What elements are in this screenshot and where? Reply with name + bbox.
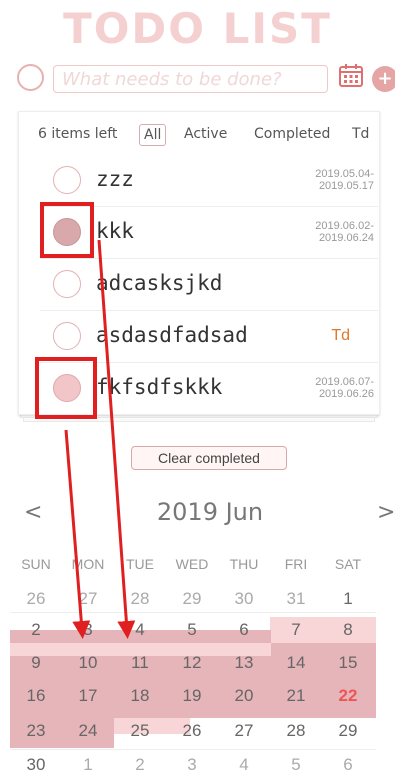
calendar-day[interactable]: 29 (322, 718, 374, 744)
filter-bar: 6 items left All Active Completed Td (38, 124, 383, 146)
calendar-day[interactable]: 6 (218, 617, 270, 643)
calendar-week-row: 2 3 4 5 6 7 8 (10, 617, 376, 643)
calendar-day[interactable]: 15 (322, 650, 374, 676)
todo-td-tag: Td (331, 327, 350, 344)
filter-active-button[interactable]: Active (184, 126, 227, 142)
weekday-label: THU (229, 556, 259, 572)
todo-end-date: 2019.06.24 (318, 232, 374, 244)
items-left-count: 6 items left (38, 126, 118, 142)
calendar-day[interactable]: 1 (322, 586, 374, 612)
calendar-day[interactable]: 30 (10, 752, 62, 778)
annotation-highlight-box (35, 357, 97, 419)
calendar-day[interactable]: 5 (166, 617, 218, 643)
calendar-day[interactable]: 25 (114, 718, 166, 744)
calendar-day[interactable]: 10 (62, 650, 114, 676)
calendar-day[interactable]: 30 (218, 586, 270, 612)
calendar-day[interactable]: 3 (62, 617, 114, 643)
todo-end-date: 2019.05.17 (318, 180, 374, 192)
todo-text[interactable]: fkfsdfskkk (96, 375, 222, 399)
calendar-month-title: 2019 Jun (156, 498, 264, 526)
calendar-day[interactable]: 26 (166, 718, 218, 744)
todo-item: adcasksjkd (40, 259, 378, 311)
new-todo-input[interactable] (53, 65, 328, 93)
calendar-day[interactable]: 28 (114, 586, 166, 612)
calendar-weekday-row: SUN MON TUE WED THU FRI SAT (10, 552, 376, 578)
calendar-day[interactable]: 2 (114, 752, 166, 778)
weekday-label: MON (71, 556, 105, 572)
todo-text[interactable]: zzz (96, 167, 134, 191)
calendar-row-divider (10, 612, 376, 613)
weekday-label: TUE (126, 556, 154, 572)
calendar-day[interactable]: 2 (10, 617, 62, 643)
calendar-day[interactable]: 16 (10, 683, 62, 709)
calendar-day[interactable]: 9 (10, 650, 62, 676)
todo-checkbox[interactable] (53, 270, 81, 298)
toggle-all-checkbox[interactable] (17, 64, 44, 91)
calendar-day[interactable]: 19 (166, 683, 218, 709)
calendar-week-row: 23 24 25 26 27 28 29 (10, 718, 376, 744)
calendar-week-row: 9 10 11 12 13 14 15 (10, 650, 376, 676)
calendar-day-today[interactable]: 22 (322, 683, 374, 709)
todo-start-date: 2019.05.04- (315, 168, 374, 180)
weekday-label: SAT (334, 556, 362, 572)
calendar-day[interactable]: 27 (218, 718, 270, 744)
calendar-day[interactable]: 8 (322, 617, 374, 643)
calendar-day[interactable]: 11 (114, 650, 166, 676)
todo-text[interactable]: asdasdfadsad (96, 323, 248, 347)
calendar-day[interactable]: 5 (270, 752, 322, 778)
filter-td-button[interactable]: Td (352, 126, 369, 142)
calendar-prev-button[interactable]: < (24, 500, 42, 525)
date-range-band (10, 708, 376, 718)
calendar-day[interactable]: 1 (62, 752, 114, 778)
add-todo-button[interactable]: + (372, 66, 395, 92)
todo-start-date: 2019.06.07- (315, 376, 374, 388)
calendar-day[interactable]: 27 (62, 586, 114, 612)
calendar-day[interactable]: 12 (166, 650, 218, 676)
calendar-day[interactable]: 14 (270, 650, 322, 676)
weekday-label: SUN (21, 556, 51, 572)
calendar-week-row: 30 1 2 3 4 5 6 (10, 752, 376, 778)
todo-date-range: 2019.06.02- 2019.06.24 (315, 220, 374, 244)
calendar-week-row: 26 27 28 29 30 31 1 (10, 586, 376, 612)
todo-text[interactable]: adcasksjkd (96, 271, 222, 295)
calendar-day[interactable]: 17 (62, 683, 114, 709)
calendar-day[interactable]: 18 (114, 683, 166, 709)
calendar-day[interactable]: 28 (270, 718, 322, 744)
filter-completed-button[interactable]: Completed (254, 126, 330, 142)
weekday-label: WED (175, 556, 209, 572)
calendar-week-row: 16 17 18 19 20 21 22 (10, 683, 376, 709)
calendar-day[interactable]: 21 (270, 683, 322, 709)
calendar-row-divider (10, 749, 376, 750)
todo-start-date: 2019.06.02- (315, 220, 374, 232)
calendar-day[interactable]: 13 (218, 650, 270, 676)
calendar-day[interactable]: 7 (270, 617, 322, 643)
calendar-day[interactable]: 4 (218, 752, 270, 778)
todo-item: zzz 2019.05.04- 2019.05.17 (40, 155, 378, 207)
todo-item: asdasdfadsad Td (40, 311, 378, 363)
calendar-day[interactable]: 4 (114, 617, 166, 643)
todo-text[interactable]: kkk (96, 219, 134, 243)
todo-checkbox[interactable] (53, 322, 81, 350)
weekday-label: FRI (284, 556, 308, 572)
calendar-day[interactable]: 20 (218, 683, 270, 709)
filter-all-button[interactable]: All (139, 124, 167, 146)
todo-date-range: 2019.05.04- 2019.05.17 (315, 168, 374, 192)
calendar-day[interactable]: 23 (10, 718, 62, 744)
app-title: TODO LIST (63, 4, 332, 53)
todo-checkbox[interactable] (53, 166, 81, 194)
calendar-day[interactable]: 31 (270, 586, 322, 612)
calendar-day[interactable]: 24 (62, 718, 114, 744)
calendar-day[interactable]: 26 (10, 586, 62, 612)
calendar-day[interactable]: 29 (166, 586, 218, 612)
todo-end-date: 2019.06.26 (318, 388, 374, 400)
calendar-day[interactable]: 6 (322, 752, 374, 778)
todo-date-range: 2019.06.07- 2019.06.26 (315, 376, 374, 400)
annotation-highlight-box (40, 202, 94, 258)
calendar-day[interactable]: 3 (166, 752, 218, 778)
calendar-icon[interactable] (338, 62, 364, 88)
clear-completed-button[interactable]: Clear completed (131, 446, 287, 470)
calendar-next-button[interactable]: > (377, 500, 395, 525)
